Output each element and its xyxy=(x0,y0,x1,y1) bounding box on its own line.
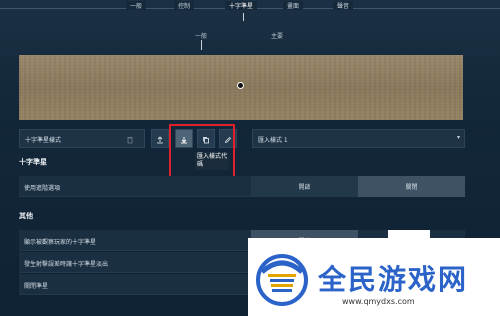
section-crosshair-title: 十字準星 xyxy=(19,158,47,166)
upload-icon xyxy=(156,129,164,148)
section-other-title: 其他 xyxy=(19,212,33,220)
active-subtab-marker xyxy=(201,40,202,50)
tab-crosshair[interactable]: 十字準星 xyxy=(225,1,258,10)
delete-icon xyxy=(126,129,134,148)
setting-label: 關閉準星 xyxy=(24,283,49,290)
tab-controls[interactable]: 控制 xyxy=(174,1,195,10)
watermark-title: 全民游戏网 xyxy=(318,263,469,296)
preset-value: 匯入樣式 1 xyxy=(258,137,288,144)
watermark-logo-icon xyxy=(254,252,310,306)
watermark-url: www.qmydxs.com xyxy=(342,297,415,306)
tab-display[interactable]: 畫面 xyxy=(283,1,304,10)
setting-label: 發生射擊誤差時讓十字準星淡出 xyxy=(24,261,109,268)
tab-audio[interactable]: 聲音 xyxy=(333,1,354,10)
active-tab-marker xyxy=(243,13,244,21)
toggle-off-option[interactable]: 關閉 xyxy=(358,176,465,197)
subtab-general[interactable]: 一般 xyxy=(195,31,207,40)
toggle-on-option[interactable]: 開啟 xyxy=(251,176,358,197)
chevron-down-icon: ▾ xyxy=(456,134,460,141)
crosshair-profile-label: 十字準星樣式 xyxy=(25,137,62,144)
delete-button[interactable] xyxy=(121,129,139,148)
import-tooltip: 匯入樣式代碼 xyxy=(195,152,229,170)
crosshair-code-row: 十字準星樣式 匯入樣式 1 ▾ xyxy=(19,129,465,148)
preset-dropdown[interactable]: 匯入樣式 1 ▾ xyxy=(252,129,465,148)
export-button[interactable] xyxy=(151,129,169,148)
tab-general[interactable]: 一般 xyxy=(126,1,147,10)
crosshair-dot xyxy=(237,82,244,89)
setting-row-advanced: 使用進階選項 開啟 關閉 xyxy=(19,176,465,197)
setting-label: 顯示被觀察玩家的十字準星 xyxy=(24,239,97,246)
top-tab-bar: 一般 控制 十字準星 畫面 聲音 xyxy=(0,0,500,14)
setting-label: 使用進階選項 xyxy=(24,185,61,192)
subtab-primary[interactable]: 主要 xyxy=(271,31,283,40)
